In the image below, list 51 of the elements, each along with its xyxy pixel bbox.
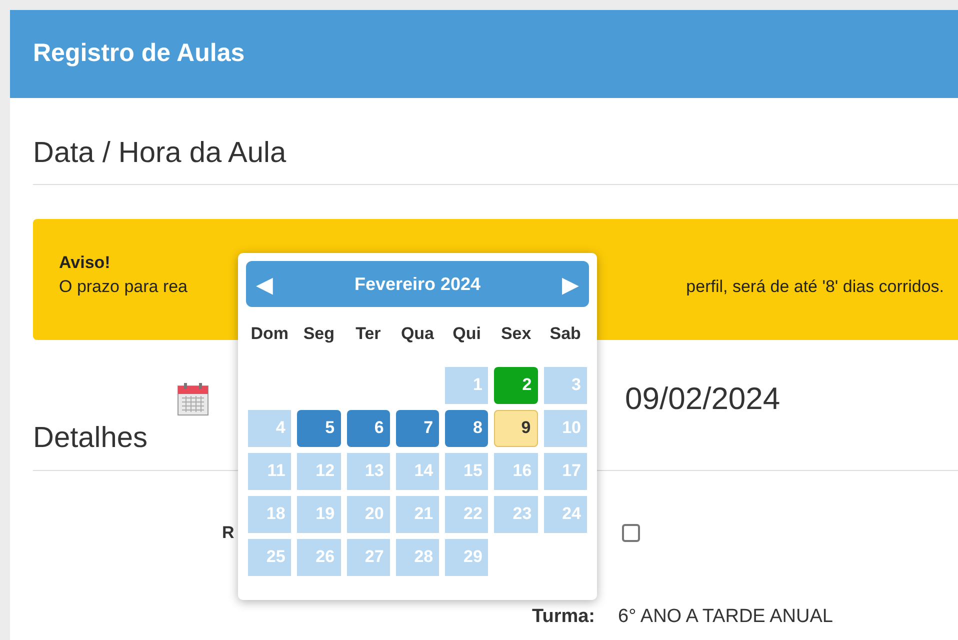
- next-month-button[interactable]: ▶: [562, 268, 579, 300]
- calendar-day: 16: [494, 452, 538, 490]
- section-heading: Detalhes: [33, 422, 148, 454]
- date-field[interactable]: 09/02/2024: [625, 376, 780, 423]
- previous-month-button[interactable]: ◀: [256, 268, 273, 300]
- class-value: 6° ANO A TARDE ANUAL: [618, 605, 833, 629]
- page-title: Registro de Aulas: [33, 38, 245, 70]
- weekday-label: Sex: [500, 323, 532, 345]
- weekday-label: Seg: [302, 323, 336, 345]
- calendar-day[interactable]: 7: [396, 410, 440, 446]
- weekday-label: Sab: [548, 323, 582, 345]
- calendar-day: 3: [544, 366, 587, 404]
- calendar-day: 15: [445, 452, 488, 490]
- field-label: Turma:: [531, 605, 595, 629]
- alert-title: Aviso!: [59, 252, 112, 274]
- calendar-day: 25: [248, 538, 292, 576]
- calendar-day[interactable]: 6: [346, 410, 390, 446]
- calendar-day[interactable]: 8: [445, 410, 488, 446]
- calendar-day: 12: [297, 452, 341, 490]
- section-heading: Data / Hora da Aula: [33, 137, 286, 169]
- weekday-label: Qua: [400, 323, 436, 345]
- calendar-day: 22: [445, 496, 488, 532]
- calendar-day: 24: [544, 496, 587, 532]
- calendar-day[interactable]: 5: [297, 410, 341, 446]
- calendar-day: 18: [248, 496, 292, 532]
- calendar-day: 11: [248, 452, 292, 490]
- calendar-day: 14: [396, 452, 440, 490]
- calendar-day: 10: [544, 410, 587, 446]
- calendar-icon: [177, 383, 209, 416]
- calendar-day: 17: [544, 452, 587, 490]
- weekday-label: Ter: [354, 323, 382, 345]
- weekday-label: Qui: [452, 323, 482, 345]
- month-title: Fevereiro 2024: [354, 272, 481, 296]
- calendar-day: 27: [346, 538, 390, 576]
- alert-text: O prazo para rea: [59, 276, 188, 298]
- calendar-day: 19: [297, 496, 341, 532]
- calendar-day: 1: [445, 366, 488, 404]
- weekday-label: Dom: [250, 323, 290, 345]
- calendar-day: 13: [346, 452, 390, 490]
- checkbox[interactable]: [622, 524, 640, 542]
- calendar-day[interactable]: 9: [494, 410, 538, 446]
- alert-text: perfil, será de até '8' dias corridos.: [686, 276, 944, 298]
- calendar-day: 29: [445, 538, 488, 576]
- calendar-day: 26: [297, 538, 341, 576]
- calendar-day: 20: [346, 496, 390, 532]
- field-label: R: [222, 522, 234, 544]
- calendar-day: 21: [396, 496, 440, 532]
- calendar-day[interactable]: 2: [494, 366, 538, 404]
- calendar-day: 23: [494, 496, 538, 532]
- calendar-day: 4: [248, 410, 292, 446]
- calendar-day: 28: [396, 538, 440, 576]
